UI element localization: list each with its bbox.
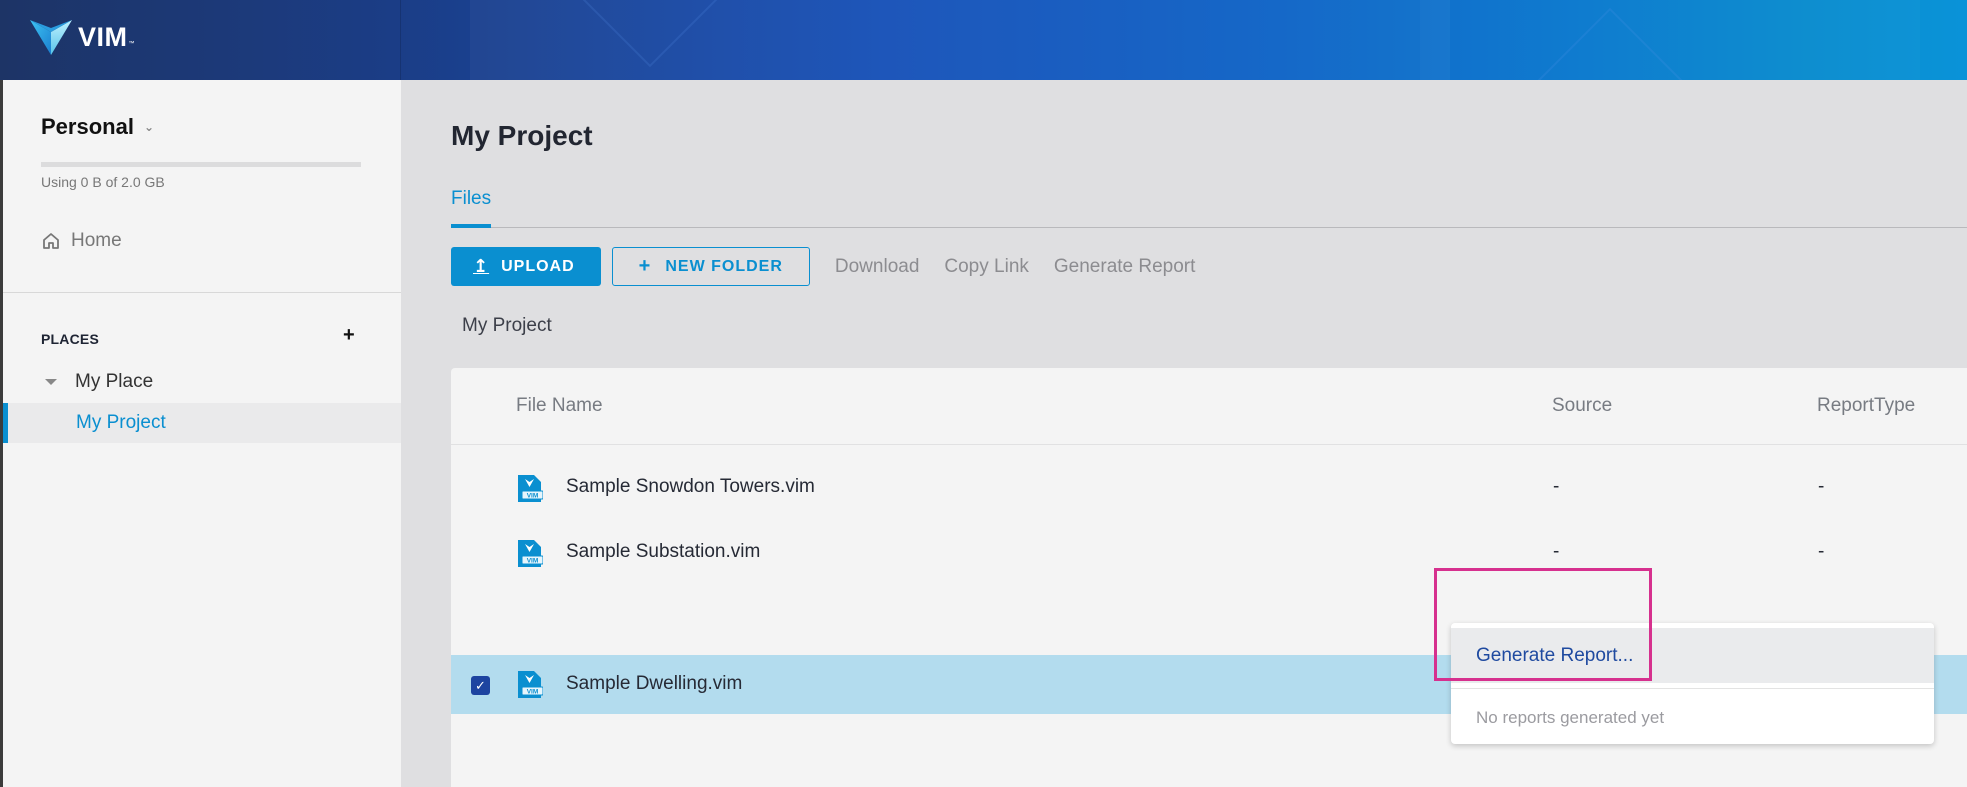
svg-text:VIM: VIM xyxy=(527,558,539,565)
vim-logo[interactable]: VIM ™ xyxy=(30,18,135,56)
row-checkbox[interactable]: ✓ xyxy=(471,676,490,695)
storage-usage-text: Using 0 B of 2.0 GB xyxy=(41,174,165,190)
workspace-selector[interactable]: Personal ⌄ xyxy=(41,114,154,140)
home-icon xyxy=(43,233,59,249)
workspace-title: Personal xyxy=(41,114,134,139)
tree-item-my-project[interactable]: My Project xyxy=(3,403,401,443)
sidebar-item-home[interactable]: Home xyxy=(41,230,122,252)
copy-link-button[interactable]: Copy Link xyxy=(944,256,1029,278)
page-title: My Project xyxy=(451,120,593,151)
tree-item-label: My Place xyxy=(75,371,154,392)
vim-file-icon: VIM xyxy=(518,540,543,567)
generate-report-menu-item[interactable]: Generate Report... xyxy=(1451,628,1934,683)
chevron-down-icon: ⌄ xyxy=(143,120,154,134)
vim-logo-icon xyxy=(30,20,72,55)
file-name[interactable]: Sample Substation.vim xyxy=(566,541,760,563)
source-value: - xyxy=(1553,541,1560,562)
logo-text: VIM xyxy=(78,21,128,52)
table-header: File Name Source ReportType xyxy=(451,368,1967,445)
vim-file-icon: VIM xyxy=(518,671,543,698)
plus-icon: + xyxy=(638,255,652,277)
upload-button[interactable]: ↥ UPLOAD xyxy=(451,247,601,286)
report-type-value: - xyxy=(1818,541,1825,562)
file-name[interactable]: Sample Snowdon Towers.vim xyxy=(566,476,815,498)
upload-label: UPLOAD xyxy=(501,257,575,275)
menu-divider xyxy=(1451,688,1934,689)
new-folder-button[interactable]: + NEW FOLDER xyxy=(611,247,810,286)
report-menu: Generate Report... No reports generated … xyxy=(1451,623,1934,744)
report-type-value: - xyxy=(1818,476,1825,497)
sidebar-item-label: Home xyxy=(71,230,122,251)
upload-icon: ↥ xyxy=(473,256,490,276)
svg-text:VIM: VIM xyxy=(527,493,539,500)
caret-down-icon[interactable] xyxy=(45,379,57,385)
toolbar: ↥ UPLOAD + NEW FOLDER Download Copy Link… xyxy=(451,247,1195,286)
column-header-source[interactable]: Source xyxy=(1552,395,1612,417)
tab-files[interactable]: Files xyxy=(451,184,492,228)
svg-text:VIM: VIM xyxy=(527,689,539,696)
sidebar-divider xyxy=(3,292,401,293)
breadcrumb[interactable]: My Project xyxy=(462,315,552,337)
add-place-button[interactable]: + xyxy=(343,324,355,347)
source-value: - xyxy=(1553,476,1560,497)
new-folder-label: NEW FOLDER xyxy=(665,257,783,275)
table-row[interactable]: VIM Sample Snowdon Towers.vim - - xyxy=(451,458,1967,518)
places-heading: PLACES xyxy=(41,331,99,347)
sidebar: Personal ⌄ Using 0 B of 2.0 GB Home PLAC… xyxy=(0,80,401,787)
generate-report-menu-label: Generate Report... xyxy=(1476,645,1634,666)
storage-usage-bar xyxy=(41,162,361,167)
header-facet xyxy=(400,0,401,80)
column-header-report-type[interactable]: ReportType xyxy=(1817,395,1915,417)
tree-item-my-place[interactable]: My Place xyxy=(41,371,153,393)
download-button[interactable]: Download xyxy=(835,256,920,278)
table-row[interactable]: VIM Sample Substation.vim - - xyxy=(451,523,1967,583)
column-header-file-name[interactable]: File Name xyxy=(516,395,603,417)
top-bar: VIM ™ xyxy=(0,0,1967,80)
no-reports-text: No reports generated yet xyxy=(1476,708,1665,727)
generate-report-button[interactable]: Generate Report xyxy=(1054,256,1196,278)
tab-bar: Files xyxy=(451,184,1967,228)
logo-trademark: ™ xyxy=(128,41,135,47)
tree-item-label: My Project xyxy=(76,412,166,433)
vim-file-icon: VIM xyxy=(518,475,543,502)
file-name[interactable]: Sample Dwelling.vim xyxy=(566,673,742,695)
